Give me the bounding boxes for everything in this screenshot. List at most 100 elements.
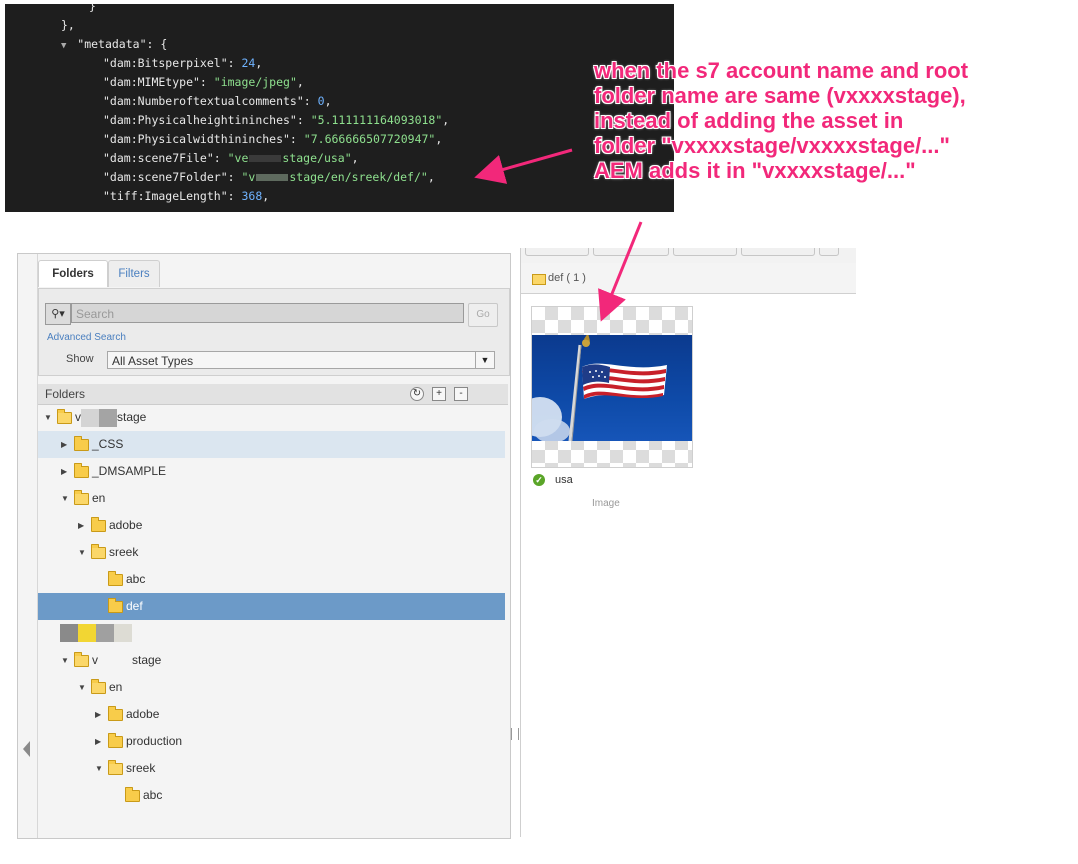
tree-item[interactable]: ▼ v stage: [38, 404, 505, 431]
collapse-all-icon[interactable]: -: [454, 387, 468, 401]
code-token: ,: [435, 132, 443, 146]
collapse-left-icon[interactable]: [23, 741, 30, 757]
chevron-down-icon[interactable]: ▼: [78, 674, 88, 701]
toolbar: [521, 248, 856, 263]
chevron-right-icon[interactable]: ▶: [95, 701, 105, 728]
code-token: "dam:Physicalheightininches":: [103, 113, 311, 127]
code-token: 368: [241, 189, 263, 203]
disclosure-triangle-icon[interactable]: ▼: [61, 41, 77, 51]
tree-item-label: v stage: [92, 647, 161, 674]
folder-icon: [108, 733, 123, 748]
code-line: },: [61, 16, 75, 35]
chevron-right-icon[interactable]: ▶: [95, 728, 105, 755]
folder-icon: [74, 436, 89, 451]
asset-name[interactable]: usa: [555, 474, 573, 486]
folder-open-icon: [108, 760, 123, 775]
redacted-block: [96, 624, 114, 642]
toolbar-button-2[interactable]: [593, 248, 669, 256]
tab-filters[interactable]: Filters: [108, 260, 160, 287]
folder-open-icon: [91, 544, 106, 559]
code-token: "5.111111164093018": [310, 113, 443, 127]
folder-open-icon: [91, 679, 106, 694]
chevron-down-icon[interactable]: ▼: [44, 404, 54, 431]
toolbar-button-1[interactable]: [525, 248, 589, 256]
tree-item[interactable]: ▼ sreek: [38, 539, 505, 566]
tab-folders[interactable]: Folders: [38, 260, 108, 287]
chevron-down-icon[interactable]: ▼: [95, 755, 105, 782]
tree-item-label: abc: [143, 788, 163, 802]
tree-item-label: _CSS: [92, 437, 124, 451]
code-token: 24: [241, 56, 256, 70]
toolbar-button-4[interactable]: [741, 248, 815, 256]
tree-item[interactable]: ▶ _DMSAMPLE: [38, 458, 505, 485]
tree-item[interactable]: ▶ _CSS: [38, 431, 505, 458]
code-line: "dam:scene7Folder": "v stage/en/sreek/def…: [103, 168, 435, 187]
annotation-line: AEM adds it in "vxxxxstage/...": [594, 158, 916, 183]
code-token: ,: [296, 75, 304, 89]
tree-item-label: adobe: [126, 707, 160, 721]
search-panel: ⚲▾ Search Go Advanced Search Show All As…: [38, 288, 510, 376]
annotation-callout: when the s7 account name and root folder …: [594, 58, 1074, 183]
code-token: "metadata": {: [77, 37, 168, 51]
chevron-down-icon[interactable]: ▼: [61, 647, 71, 674]
refresh-icon[interactable]: ↻: [410, 387, 424, 401]
code-token: 0: [317, 94, 325, 108]
tree-item-label: def: [126, 599, 143, 613]
tree-item[interactable]: abc: [38, 566, 505, 593]
tree-item-label: en: [92, 491, 106, 505]
tree-item[interactable]: def: [38, 593, 505, 620]
annotation-line: instead of adding the asset in: [594, 108, 904, 133]
tree-item-label: _DMSAMPLE: [92, 464, 167, 478]
tree-item[interactable]: ▶ adobe: [38, 512, 505, 539]
code-line: ▼ "metadata": {: [61, 35, 167, 54]
chevron-right-icon[interactable]: ▶: [61, 458, 71, 485]
tree-item[interactable]: abc: [38, 782, 505, 809]
advanced-search-link[interactable]: Advanced Search: [47, 332, 126, 343]
chevron-down-icon[interactable]: ▼: [475, 352, 494, 368]
asset-type-value: All Asset Types: [112, 354, 194, 368]
folder-open-icon: [532, 274, 546, 285]
expand-all-icon[interactable]: +: [432, 387, 446, 401]
search-input[interactable]: Search: [71, 303, 464, 323]
folder-icon: [108, 571, 123, 586]
collapse-strip[interactable]: [18, 254, 38, 838]
pane-splitter[interactable]: [511, 728, 519, 740]
tree-item[interactable]: ▼ sreek: [38, 755, 505, 782]
redacted-block: [98, 652, 132, 670]
chevron-down-icon[interactable]: ▼: [61, 485, 71, 512]
code-token: "7.666666507720947": [303, 132, 436, 146]
code-viewer: }}, ▼ "metadata": {"dam:Bitsperpixel": 24…: [5, 4, 674, 212]
asset-thumbnail[interactable]: [531, 306, 693, 468]
code-token: }: [89, 4, 96, 13]
redacted-block: [78, 624, 96, 642]
code-token: "dam:scene7Folder":: [103, 170, 242, 184]
folder-icon: [74, 463, 89, 478]
tree-item-label: sreek: [109, 545, 139, 559]
code-token: stage/en/sreek/def/": [289, 170, 428, 184]
toolbar-button-5[interactable]: [819, 248, 839, 256]
code-token: "ve: [227, 151, 249, 165]
folder-open-icon: [57, 409, 72, 424]
folder-icon: [108, 598, 123, 613]
chevron-down-icon[interactable]: ▼: [78, 539, 88, 566]
tree-item[interactable]: ▶ adobe: [38, 701, 505, 728]
tree-item-label: en: [109, 680, 123, 694]
annotation-line: folder "vxxxxstage/vxxxxstage/...": [594, 133, 950, 158]
tree-item[interactable]: ▼ v stage: [38, 647, 505, 674]
go-button[interactable]: Go: [468, 303, 498, 327]
redacted-block: [81, 408, 99, 427]
tree-item-label-text: stage: [117, 410, 147, 424]
code-token: "image/jpeg": [213, 75, 297, 89]
toolbar-button-3[interactable]: [673, 248, 737, 256]
chevron-right-icon[interactable]: ▶: [61, 431, 71, 458]
code-line: "dam:Numberoftextualcomments": 0,: [103, 92, 332, 111]
tree-item[interactable]: ▼ en: [38, 485, 505, 512]
code-line: "tiff:ImageLength": 368,: [103, 187, 269, 206]
code-token: "dam:MIMEtype":: [103, 75, 214, 89]
search-options-button[interactable]: ⚲▾: [45, 303, 71, 325]
tree-item[interactable]: ▼ en: [38, 674, 505, 701]
chevron-right-icon[interactable]: ▶: [78, 512, 88, 539]
tree-item[interactable]: ▶ production: [38, 728, 505, 755]
folder-icon: [108, 706, 123, 721]
asset-type-select[interactable]: All Asset Types ▼: [107, 351, 495, 369]
